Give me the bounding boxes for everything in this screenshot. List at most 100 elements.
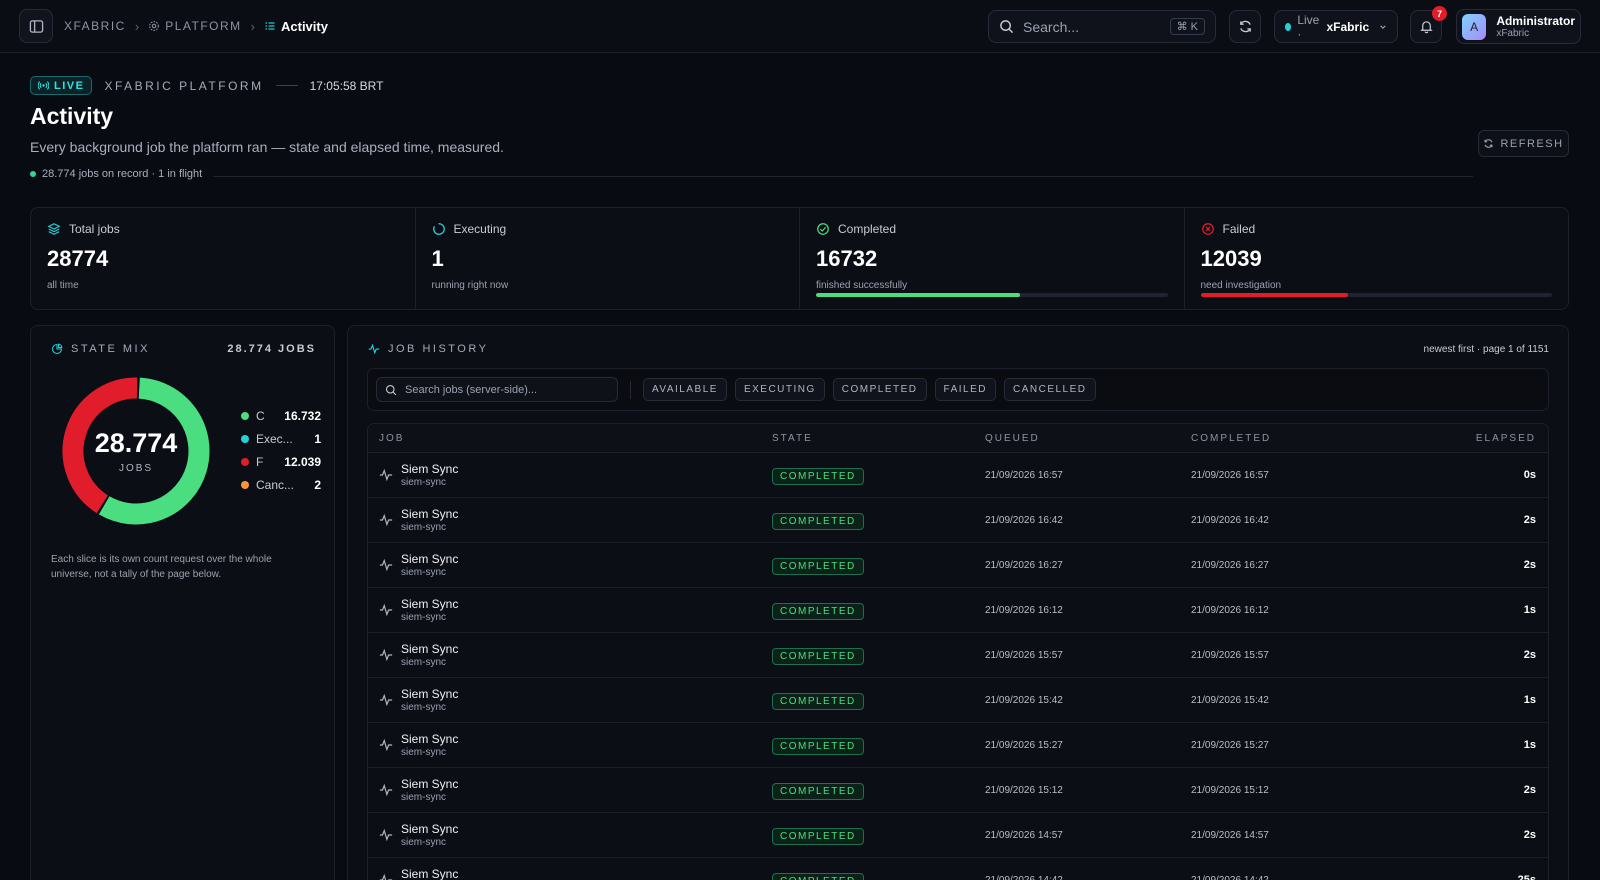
- status-badge: COMPLETED: [772, 602, 864, 620]
- queued-time: 21/09/2026 15:27: [985, 739, 1063, 751]
- table-row[interactable]: Siem Sync siem-sync COMPLETED 21/09/2026…: [368, 633, 1548, 678]
- job-cell: Siem Sync siem-sync: [368, 507, 772, 534]
- table-row[interactable]: Siem Sync siem-sync COMPLETED 21/09/2026…: [368, 768, 1548, 813]
- status-badge: COMPLETED: [772, 512, 864, 530]
- table-row[interactable]: Siem Sync siem-sync COMPLETED 21/09/2026…: [368, 678, 1548, 723]
- job-cell: Siem Sync siem-sync: [368, 642, 772, 669]
- completed-progress-bar: [816, 293, 1168, 297]
- job-cell: Siem Sync siem-sync: [368, 462, 772, 489]
- job-slug: siem-sync: [401, 521, 447, 533]
- page-eyebrow-row: LIVE XFABRIC PLATFORM 17:05:58 BRT: [30, 76, 383, 95]
- queued-time: 21/09/2026 16:42: [985, 514, 1063, 526]
- breadcrumb-root[interactable]: XFABRIC: [64, 19, 126, 33]
- x-circle-icon: [1201, 223, 1214, 235]
- global-search-input[interactable]: Search... ⌘ K: [988, 10, 1216, 43]
- job-cell: Siem Sync siem-sync: [368, 597, 772, 624]
- notifications-button[interactable]: 7: [1410, 6, 1447, 43]
- failed-progress-bar: [1200, 293, 1552, 297]
- job-name: Siem Sync: [401, 731, 459, 746]
- state-cell: COMPLETED: [772, 781, 985, 800]
- table-row[interactable]: Siem Sync siem-sync COMPLETED 21/09/2026…: [368, 453, 1548, 498]
- refresh-button-label: REFRESH: [1500, 137, 1564, 150]
- stat-caption: running right now: [431, 280, 509, 291]
- table-row[interactable]: Siem Sync siem-sync COMPLETED 21/09/2026…: [368, 588, 1548, 633]
- check-circle-icon: [817, 223, 829, 235]
- elapsed-time: 1s: [1523, 604, 1536, 616]
- breadcrumb-section[interactable]: PLATFORM: [148, 19, 241, 33]
- broadcast-icon: [38, 81, 49, 90]
- job-history-title: JOB HISTORY: [368, 343, 488, 355]
- environment-select[interactable]: Live · xFabric: [1274, 10, 1398, 43]
- user-menu[interactable]: A Administrator xFabric: [1456, 9, 1581, 44]
- filter-chip-cancelled[interactable]: CANCELLED: [1003, 378, 1096, 401]
- state-cell: COMPLETED: [772, 691, 985, 710]
- donut-center-value: 28.774: [95, 428, 178, 458]
- legend-value: 12.039: [284, 454, 321, 469]
- filter-chip-executing[interactable]: EXECUTING: [734, 378, 825, 401]
- elapsed-time: 2s: [1523, 514, 1536, 526]
- state-mix-donut-chart: 28.774 JOBS: [62, 377, 210, 525]
- activity-icon: [379, 468, 393, 482]
- activity-icon: [379, 648, 393, 662]
- completed-time: 21/09/2026 14:57: [1191, 829, 1269, 841]
- job-search-input[interactable]: Search jobs (server-side)...: [376, 377, 618, 402]
- completed-time: 21/09/2026 15:12: [1191, 784, 1269, 796]
- table-row[interactable]: Siem Sync siem-sync COMPLETED 21/09/2026…: [368, 813, 1548, 858]
- job-name: Siem Sync: [401, 596, 459, 611]
- stat-value: 1: [431, 246, 444, 271]
- filter-chip-failed[interactable]: FAILED: [934, 378, 996, 401]
- column-header-job[interactable]: JOB: [368, 433, 772, 444]
- search-shortcut: ⌘ K: [1169, 18, 1205, 35]
- job-search-placeholder: Search jobs (server-side)...: [405, 383, 538, 396]
- filter-divider: [630, 380, 631, 399]
- completed-time: 21/09/2026 16:27: [1191, 559, 1269, 571]
- job-slug: siem-sync: [401, 746, 447, 758]
- job-history-panel: JOB HISTORY newest first · page 1 of 115…: [347, 325, 1569, 880]
- job-slug: siem-sync: [401, 791, 447, 803]
- table-row[interactable]: Siem Sync siem-sync COMPLETED 21/09/2026…: [368, 498, 1548, 543]
- spinner-icon: [432, 223, 445, 235]
- queued-time: 21/09/2026 16:12: [985, 604, 1063, 616]
- table-row[interactable]: Siem Sync siem-sync COMPLETED 21/09/2026…: [368, 543, 1548, 588]
- job-name: Siem Sync: [401, 551, 459, 566]
- legend-value: 2: [314, 477, 321, 492]
- user-org: xFabric: [1496, 27, 1530, 39]
- job-history-table: JOB STATE QUEUED COMPLETED ELAPSED Siem …: [367, 423, 1549, 880]
- filter-chip-available[interactable]: AVAILABLE: [643, 378, 727, 401]
- environment-status-dot: [1285, 22, 1292, 31]
- queued-time: 21/09/2026 14:42: [985, 874, 1063, 880]
- completed-time: 21/09/2026 16:42: [1191, 514, 1269, 526]
- job-cell: Siem Sync siem-sync: [368, 687, 772, 714]
- state-cell: COMPLETED: [772, 511, 985, 530]
- queued-time: 21/09/2026 16:27: [985, 559, 1063, 571]
- live-badge: LIVE: [30, 76, 93, 95]
- record-status-dot: [30, 171, 36, 177]
- filter-chip-completed[interactable]: COMPLETED: [832, 378, 927, 401]
- search-icon: [1000, 20, 1014, 34]
- table-row[interactable]: Siem Sync siem-sync COMPLETED 21/09/2026…: [368, 723, 1548, 768]
- activity-icon: [379, 693, 393, 707]
- state-mix-legend: C 16.732 Exec... 1 F 12.039 Canc... 2: [241, 404, 321, 496]
- job-cell: Siem Sync siem-sync: [368, 867, 772, 880]
- breadcrumb-current: Activity: [264, 19, 328, 34]
- column-header-queued[interactable]: QUEUED: [985, 433, 1191, 444]
- legend-swatch: [241, 457, 249, 466]
- state-cell: COMPLETED: [772, 556, 985, 575]
- queued-time: 21/09/2026 15:57: [985, 649, 1063, 661]
- stat-value: 28774: [47, 246, 109, 271]
- sync-button[interactable]: [1229, 10, 1261, 43]
- queued-time: 21/09/2026 15:42: [985, 694, 1063, 706]
- legend-value: 1: [314, 431, 321, 446]
- column-header-state[interactable]: STATE: [772, 433, 985, 444]
- sidebar-toggle-button[interactable]: [19, 9, 53, 43]
- chevron-down-icon: [1380, 24, 1386, 29]
- column-header-completed[interactable]: COMPLETED: [1191, 433, 1397, 444]
- table-row[interactable]: Siem Sync siem-sync COMPLETED 21/09/2026…: [368, 858, 1548, 880]
- refresh-button[interactable]: REFRESH: [1478, 130, 1569, 157]
- activity-icon: [379, 783, 393, 797]
- column-header-elapsed[interactable]: ELAPSED: [1397, 433, 1548, 444]
- table-body: Siem Sync siem-sync COMPLETED 21/09/2026…: [368, 453, 1548, 880]
- stat-total-jobs: Total jobs 28774 all time: [31, 208, 416, 309]
- state-mix-panel: STATE MIX 28.774 JOBS 28.774 JOBS C 16.7…: [30, 325, 335, 880]
- legend-value: 16.732: [284, 408, 321, 423]
